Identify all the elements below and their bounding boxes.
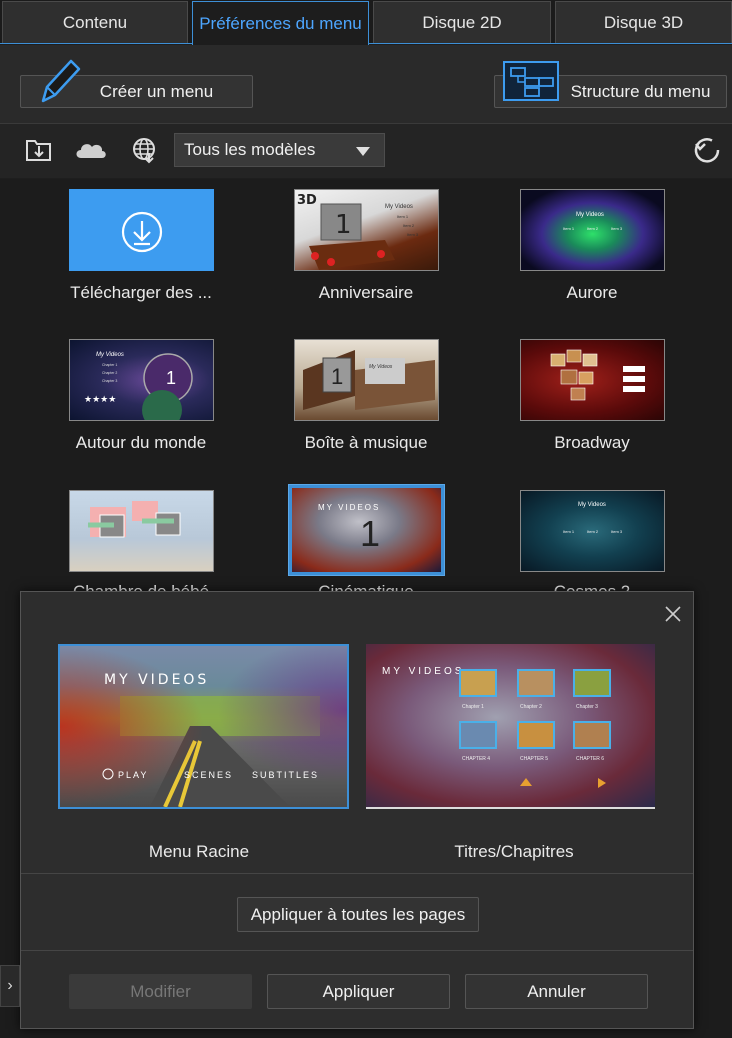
baby-room-thumbnail[interactable]: [69, 490, 214, 572]
thumb-text: Item 3: [407, 232, 419, 237]
cosmos-thumbnail[interactable]: My Videos Item 1 Item 2 Item 3: [520, 490, 665, 572]
thumb-text: Item 2: [403, 223, 415, 228]
thumb-text: CHAPTER 6: [576, 756, 604, 762]
template-label: Boîte à musique: [304, 433, 428, 452]
tab-menu-preferences[interactable]: Préférences du menu: [192, 1, 369, 45]
template-label: Broadway: [554, 433, 630, 452]
svg-text:1: 1: [335, 210, 352, 240]
chapters-menu-label: Titres/Chapitres: [454, 842, 574, 861]
broadway-thumbnail[interactable]: [520, 339, 665, 421]
aurora-preview: My Videos Item 1 Item 2 Item 3: [563, 212, 623, 231]
root-menu-art: MY VIDEOS PLAY SCENES SUBTITLES: [60, 646, 347, 807]
template-label: Autour du monde: [75, 433, 207, 452]
birthday-thumbnail[interactable]: 3D 1 My Videos Item 1 Item 2 Item 3: [294, 189, 439, 271]
globe-icon[interactable]: [130, 136, 160, 164]
modify-button[interactable]: Modifier: [69, 974, 252, 1009]
aurora-thumbnail[interactable]: My Videos Item 1 Item 2 Item 3: [520, 189, 665, 271]
thumb-text: Chapter 1: [462, 704, 484, 710]
cinematic-thumbnail[interactable]: MY VIDEOS 1: [288, 484, 445, 576]
svg-text:1: 1: [166, 368, 176, 388]
around-world-thumbnail[interactable]: 1 My Videos Chapter 1 Chapter 2 Chapter …: [69, 339, 214, 421]
thumb-text: Chapter 2: [102, 371, 117, 375]
cloud-icon[interactable]: [73, 136, 109, 164]
template-label: Aurore: [566, 283, 618, 302]
chapters-menu-art: MY VIDEOS Chapter 1 Chapter 2 Chapter 3 …: [382, 666, 611, 788]
template-label: Télécharger des ...: [70, 283, 212, 302]
thumb-text: Item 1: [563, 226, 575, 231]
chevron-down-icon: [356, 147, 370, 156]
chevron-right-icon: ›: [7, 977, 13, 994]
root-menu-preview[interactable]: MY VIDEOS PLAY SCENES SUBTITLES: [58, 644, 349, 809]
template-filter-dropdown[interactable]: Tous les modèles: [174, 133, 385, 167]
thumb-text: Item 2: [587, 226, 599, 231]
divider: [21, 873, 693, 874]
thumb-text: Item 2: [587, 529, 599, 534]
svg-text:1: 1: [331, 364, 343, 389]
thumb-text: MY VIDEOS: [382, 666, 464, 677]
thumb-text: Item 3: [611, 529, 623, 534]
cancel-button[interactable]: Annuler: [465, 974, 648, 1009]
thumb-text: Chapter 3: [102, 379, 117, 383]
thumb-text: MY VIDEOS: [104, 672, 209, 688]
svg-text:1: 1: [360, 513, 380, 554]
svg-text:3D: 3D: [297, 193, 317, 208]
thumb-text: SUBTITLES: [252, 770, 319, 780]
refresh-icon[interactable]: [692, 136, 724, 164]
tab-bar: Contenu Préférences du menu Disque 2D Di…: [0, 0, 732, 45]
thumb-text: My Videos: [369, 364, 393, 370]
template-filter-value: Tous les modèles: [184, 140, 316, 159]
pencil-icon: [41, 59, 81, 103]
birthday-preview: 3D 1 My Videos Item 1 Item 2 Item 3: [297, 193, 419, 270]
tab-disc-2d[interactable]: Disque 2D: [373, 1, 551, 43]
apply-button[interactable]: Appliquer: [267, 974, 450, 1009]
thumb-text: Item 3: [611, 226, 623, 231]
thumb-text: MY VIDEOS: [318, 503, 380, 512]
expand-panel-button[interactable]: ›: [0, 965, 20, 1007]
chapters-menu-preview[interactable]: MY VIDEOS Chapter 1 Chapter 2 Chapter 3 …: [366, 644, 655, 809]
apply-to-all-pages-button[interactable]: Appliquer à toutes les pages: [237, 897, 479, 932]
divider: [21, 950, 693, 951]
thumb-text: Chapter 2: [520, 704, 542, 710]
action-bar: Créer un menu Structure du menu: [0, 45, 732, 123]
thumb-text: Item 1: [563, 529, 575, 534]
around-world-preview: 1 My Videos Chapter 1 Chapter 2 Chapter …: [84, 352, 193, 420]
thumb-text: My Videos: [385, 204, 413, 210]
thumb-text: Chapter 3: [576, 704, 598, 710]
cinematic-preview: MY VIDEOS 1: [318, 503, 380, 554]
thumb-text: SCENES: [184, 770, 233, 780]
download-thumbnail[interactable]: [69, 189, 214, 271]
broadway-preview: [550, 349, 645, 401]
root-menu-label: Menu Racine: [148, 842, 250, 861]
thumb-text: CHAPTER 5: [520, 756, 548, 762]
tab-disc-3d[interactable]: Disque 3D: [555, 1, 732, 43]
music-box-preview: 1 My Videos: [303, 350, 435, 410]
svg-text:★★★★: ★★★★: [84, 394, 116, 404]
thumb-text: PLAY: [118, 770, 148, 780]
tab-content[interactable]: Contenu: [2, 1, 188, 43]
template-label: Anniversaire: [318, 283, 414, 302]
menu-structure-icon: [503, 61, 559, 101]
template-toolbar: Tous les modèles: [0, 123, 732, 178]
thumb-text: Item 1: [397, 214, 409, 219]
baby-room-preview: [88, 501, 181, 538]
close-icon[interactable]: [663, 604, 683, 624]
thumb-text: CHAPTER 4: [462, 756, 490, 762]
thumb-text: My Videos: [576, 212, 604, 218]
thumb-text: My Videos: [96, 352, 124, 358]
import-template-icon[interactable]: [24, 136, 54, 164]
thumb-text: My Videos: [578, 502, 606, 508]
thumb-text: Chapter 1: [102, 363, 117, 367]
download-icon: [121, 211, 163, 253]
cosmos-preview: My Videos Item 1 Item 2 Item 3: [563, 502, 623, 534]
music-box-thumbnail[interactable]: 1 My Videos: [294, 339, 439, 421]
template-apply-dialog: MY VIDEOS PLAY SCENES SUBTITLES MY VIDEO…: [20, 591, 694, 1029]
